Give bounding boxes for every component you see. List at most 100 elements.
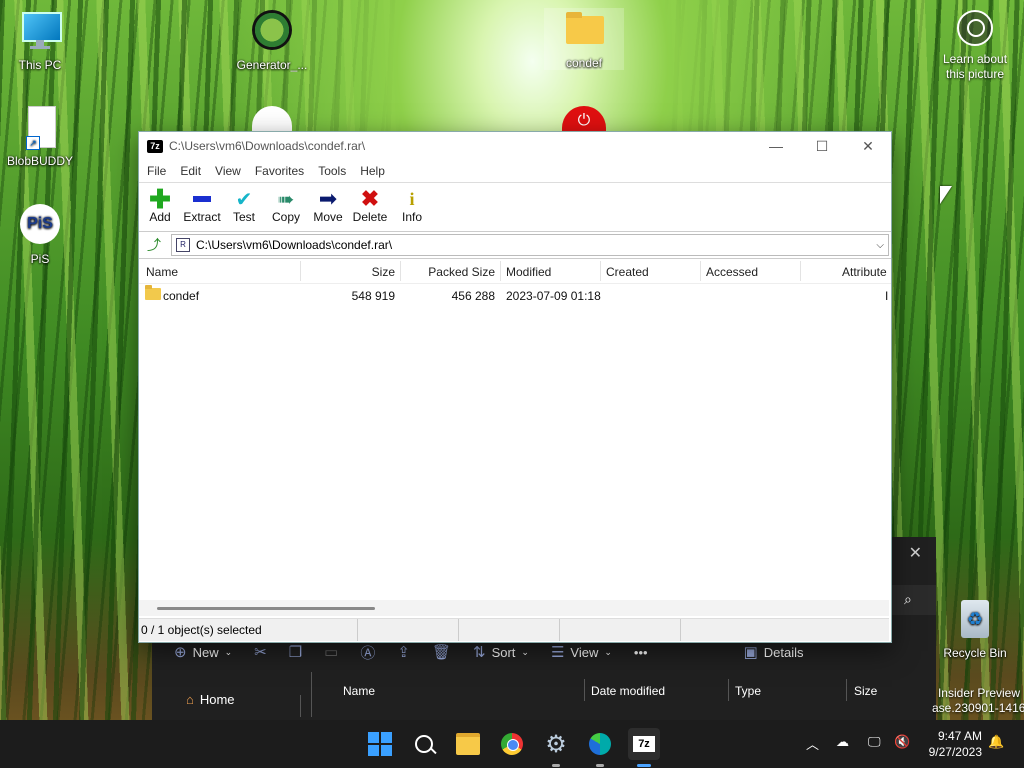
extract-button[interactable]: Extract [181, 183, 223, 224]
desktop-icon-this-pc[interactable]: This PC [0, 10, 80, 72]
col-accessed[interactable]: Accessed [706, 265, 758, 279]
share-button[interactable]: ⇪ [397, 643, 410, 661]
details-button[interactable]: ▣ Details [744, 643, 804, 661]
settings-button[interactable]: ⚙ [540, 728, 572, 760]
minimize-icon: — [769, 138, 783, 154]
check-icon: ✔ [235, 188, 253, 211]
column-name[interactable]: Name [343, 684, 375, 698]
chevron-up-icon[interactable]: ︿ [806, 734, 819, 753]
separator [700, 261, 701, 281]
desktop-icon-blobbuddy[interactable]: ↗ BlobBUDDY [0, 106, 80, 168]
chevron-down-icon[interactable]: ⌵ [876, 240, 884, 251]
menu-view[interactable]: View [215, 164, 241, 178]
desktop-icon-recycle-bin[interactable]: ♻ Recycle Bin [935, 598, 1015, 660]
watermark-text: Insider Preview ase.230901-1416 [932, 686, 1024, 716]
network-icon[interactable]: 🖵 [868, 734, 881, 750]
close-icon[interactable]: ✕ [909, 543, 922, 563]
volume-muted-icon[interactable]: 🔇 [894, 734, 910, 750]
folder-icon [456, 733, 480, 755]
view-label: View [570, 644, 599, 660]
learn-about-picture[interactable]: Learn about this picture [934, 10, 1016, 82]
desktop-icon-label: PiS [30, 252, 50, 266]
address-input[interactable]: R C:\Users\vm6\Downloads\condef.rar\ ⌵ [171, 234, 889, 256]
start-button[interactable] [364, 728, 396, 760]
scissors-icon: ✂ [254, 644, 267, 661]
col-created[interactable]: Created [606, 265, 649, 279]
power-icon: ⏻ [562, 106, 606, 132]
col-name[interactable]: Name [146, 265, 178, 279]
table-row[interactable]: condef 548 919 456 288 2023-07-09 01:18 … [139, 285, 889, 306]
menu-favorites[interactable]: Favorites [255, 164, 304, 178]
7zip-taskbar-button[interactable]: 7z [628, 728, 660, 760]
column-type[interactable]: Type [735, 684, 761, 698]
column-size[interactable]: Size [854, 684, 877, 698]
more-button[interactable]: ••• [634, 645, 648, 660]
info-button[interactable]: i Info [391, 183, 433, 225]
menu-tools[interactable]: Tools [318, 164, 346, 178]
cell-packed-size: 456 288 [451, 289, 495, 303]
taskbar: ⚙ 7z ︿ ☁ 🖵 🔇 9:47 AM 9/27/2023 🔔 [0, 720, 1024, 768]
plus-icon: ✚ [149, 184, 171, 214]
minus-icon [193, 188, 211, 210]
paste-button[interactable]: ▭ [324, 643, 338, 661]
desktop-icon-generator[interactable]: Generator_... [232, 10, 312, 72]
separator [300, 261, 301, 281]
maximize-button[interactable]: ☐ [799, 132, 845, 160]
delete-button[interactable]: 🗑 [432, 643, 451, 661]
menu-file[interactable]: File [147, 164, 166, 178]
delete-button[interactable]: ✖ Delete [349, 183, 391, 224]
search-button[interactable]: ⌕ [890, 585, 936, 615]
chrome-button[interactable] [496, 728, 528, 760]
col-attribute[interactable]: Attribute [842, 265, 888, 279]
menu-edit[interactable]: Edit [180, 164, 201, 178]
desktop-icon-condef[interactable]: condef [544, 8, 624, 70]
new-label: New [192, 644, 219, 660]
col-size[interactable]: Size [365, 265, 395, 279]
menu-help[interactable]: Help [360, 164, 385, 178]
close-button[interactable]: ✕ [845, 132, 891, 160]
cell-size: 548 919 [351, 289, 395, 303]
file-shortcut-icon: ↗ [18, 106, 62, 150]
copy-label: Copy [271, 210, 300, 224]
add-button[interactable]: ✚ Add [139, 183, 181, 224]
move-button[interactable]: ➡ Move [307, 183, 349, 224]
search-button[interactable] [408, 728, 440, 760]
copy-button[interactable]: ❐ [289, 643, 302, 661]
new-button[interactable]: ⊕ New ⌄ [174, 643, 232, 661]
copy-button[interactable]: ➠ Copy [265, 183, 307, 225]
7zip-window[interactable]: 7z C:\Users\vm6\Downloads\condef.rar\ — … [138, 131, 892, 643]
nav-home[interactable]: ⌂ Home [186, 692, 235, 707]
monitor-icon [18, 10, 62, 54]
separator [500, 261, 501, 281]
more-label: ••• [633, 644, 648, 660]
cell-name: condef [163, 289, 200, 303]
window-title: C:\Users\vm6\Downloads\condef.rar\ [169, 139, 366, 153]
minimize-button[interactable]: — [753, 132, 799, 160]
title-bar[interactable]: 7z C:\Users\vm6\Downloads\condef.rar\ — … [139, 132, 891, 160]
view-button[interactable]: ☰ View ⌄ [551, 643, 612, 661]
file-explorer-button[interactable] [452, 728, 484, 760]
details-label: Details [763, 644, 804, 660]
status-segment: 0 / 1 object(s) selected [139, 619, 358, 641]
search-icon: ⌕ [904, 591, 912, 607]
cut-button[interactable]: ✂ [254, 643, 267, 661]
notification-bell-icon[interactable]: 🔔 [988, 734, 1004, 750]
onedrive-icon[interactable]: ☁ [836, 734, 849, 750]
rename-button[interactable]: Ⓐ [360, 642, 375, 663]
up-folder-button[interactable]: ⤴ [143, 234, 165, 256]
maximize-icon: ☐ [815, 137, 829, 154]
scrollbar-thumb[interactable] [157, 607, 375, 610]
clock-date: 9/27/2023 [928, 745, 982, 759]
desktop-icon-pis[interactable]: PiS PiS [0, 204, 80, 266]
col-modified[interactable]: Modified [506, 265, 551, 279]
horizontal-scrollbar[interactable] [139, 600, 889, 616]
edge-button[interactable] [584, 728, 616, 760]
col-packed-size[interactable]: Packed Size [407, 265, 495, 279]
column-date-modified[interactable]: Date modified [591, 684, 665, 698]
column-headers: Name Size Packed Size Modified Created A… [139, 259, 891, 284]
desktop-icon-label: condef [565, 56, 603, 70]
test-button[interactable]: ✔ Test [223, 183, 265, 225]
close-icon: ✕ [862, 137, 874, 154]
clock[interactable]: 9:47 AM 9/27/2023 [916, 728, 982, 760]
sort-button[interactable]: ⇅ Sort ⌄ [473, 643, 529, 661]
